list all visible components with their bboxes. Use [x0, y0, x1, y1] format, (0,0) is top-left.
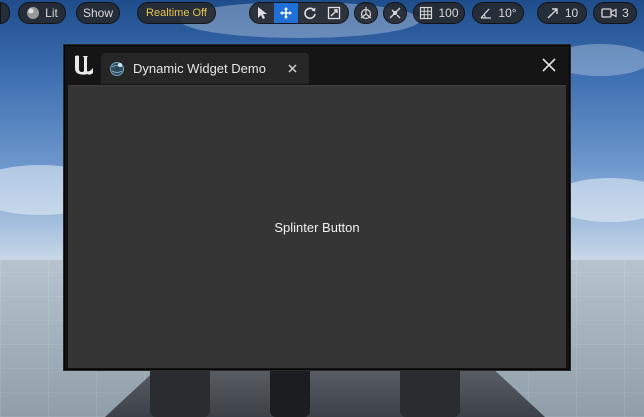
rotate-tool-button[interactable] — [298, 3, 322, 23]
scale-snap-value: 10 — [564, 6, 579, 20]
realtime-label: Realtime Off — [146, 7, 207, 19]
widget-content-area: Splinter Button — [68, 85, 566, 368]
camera-speed-value: 3 — [622, 6, 629, 20]
grid-snap-button[interactable]: 100 — [413, 2, 465, 24]
tab-close-button[interactable] — [283, 60, 301, 78]
dynamic-widget-window: Dynamic Widget Demo Splinter Button — [64, 45, 570, 370]
viewport-toolbar: Lit Show Realtime Off 100 10° 10 3 — [0, 0, 644, 26]
transform-tools-group — [249, 2, 349, 24]
lit-label: Lit — [45, 6, 58, 20]
scale-icon — [327, 6, 341, 20]
rotation-snap-value: 10° — [498, 6, 517, 20]
close-icon — [287, 64, 297, 73]
video-camera-icon — [601, 8, 617, 18]
coordinate-system-button[interactable] — [354, 2, 378, 24]
cursor-icon — [258, 7, 267, 19]
lit-view-mode-button[interactable]: Lit — [18, 2, 66, 24]
realtime-toggle-button[interactable]: Realtime Off — [137, 2, 216, 24]
globe-axes-icon — [360, 7, 372, 20]
scene-chair — [150, 366, 210, 417]
surface-snapping-button[interactable] — [383, 2, 407, 24]
grid-icon — [420, 6, 433, 20]
show-label: Show — [82, 6, 114, 20]
scene-chair — [400, 366, 460, 417]
show-button[interactable]: Show — [76, 2, 120, 24]
window-titlebar[interactable]: Dynamic Widget Demo — [65, 46, 569, 84]
scale-snap-button[interactable]: 10 — [537, 2, 587, 24]
scale-tool-button[interactable] — [322, 3, 346, 23]
rotation-snap-button[interactable]: 10° — [472, 2, 524, 24]
tab-dynamic-widget-demo[interactable]: Dynamic Widget Demo — [101, 53, 309, 84]
unreal-logo-icon — [75, 55, 93, 75]
splinter-button[interactable]: Splinter Button — [266, 216, 367, 239]
viewport-options-button[interactable] — [0, 2, 10, 24]
move-arrows-icon — [280, 7, 292, 19]
grid-snap-value: 100 — [438, 6, 459, 20]
level-globe-icon — [110, 61, 124, 76]
sphere-icon — [27, 7, 40, 19]
rotate-icon — [304, 7, 316, 20]
angle-icon — [480, 8, 492, 19]
tab-title: Dynamic Widget Demo — [133, 61, 266, 76]
window-close-icon[interactable] — [541, 57, 557, 73]
camera-speed-button[interactable]: 3 — [593, 2, 637, 24]
scale-arrow-icon — [547, 8, 558, 19]
surface-snap-icon — [389, 7, 401, 19]
scene-table-leg — [270, 366, 310, 417]
translate-tool-button[interactable] — [274, 3, 298, 23]
select-tool-button[interactable] — [250, 3, 274, 23]
